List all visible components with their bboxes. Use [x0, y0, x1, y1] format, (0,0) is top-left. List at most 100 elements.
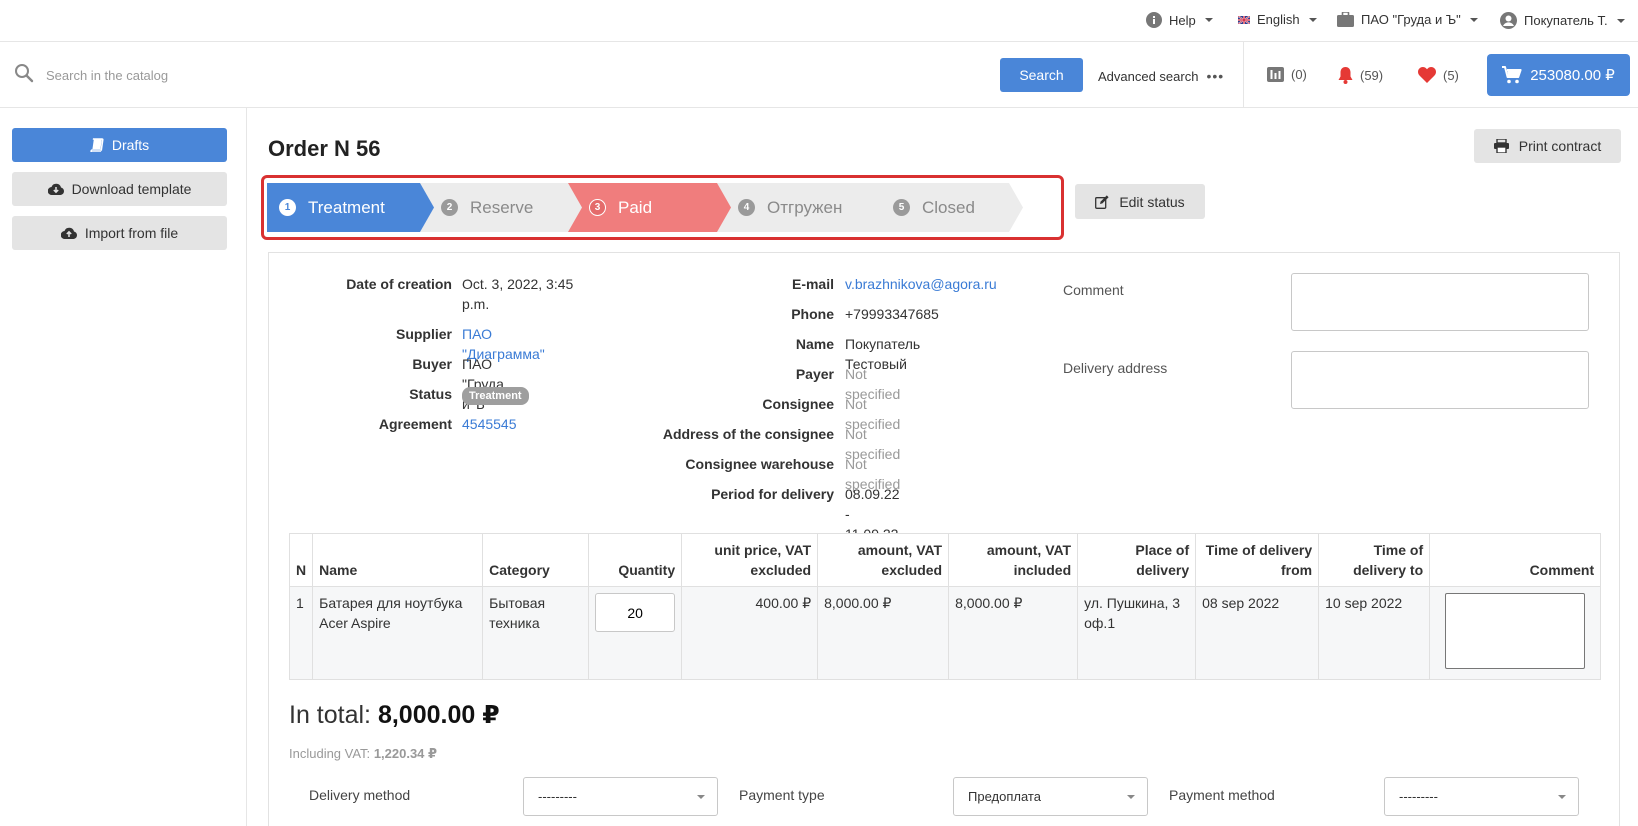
payment-method-select[interactable]: ---------	[1384, 777, 1579, 816]
consignee-address-label: Address of the consignee	[662, 426, 834, 442]
agreement-label: Agreement	[378, 416, 452, 432]
edit-status-button[interactable]: Edit status	[1075, 184, 1205, 219]
company-menu[interactable]: ПАО "Груда и Ъ"	[1337, 12, 1478, 27]
step-label: Treatment	[308, 197, 385, 217]
col-quantity: Quantity	[588, 533, 683, 587]
delivery-period-label: Period for delivery	[711, 486, 834, 502]
cell-category: Бытовая техника	[482, 586, 590, 680]
phone-value: +79993347685	[845, 306, 939, 322]
language-menu[interactable]: English	[1238, 12, 1317, 27]
notifications-count: (59)	[1360, 68, 1384, 83]
favorites-count: (5)	[1443, 67, 1459, 83]
sidebar: Drafts Download template Import from fil…	[0, 108, 247, 826]
import-file-label: Import from file	[84, 225, 179, 241]
advanced-search-label: Advanced search	[1098, 68, 1199, 84]
status-value: Treatment	[462, 384, 529, 405]
step-reserve[interactable]: 2 Reserve	[419, 183, 582, 232]
cart-icon	[1502, 66, 1522, 84]
compare-counter[interactable]: (0)	[1267, 67, 1307, 82]
consignee-label: Consignee	[762, 396, 834, 412]
compare-chart-icon	[1267, 67, 1284, 82]
col-category: Category	[482, 533, 590, 587]
chevron-down-icon	[1558, 795, 1566, 799]
vat-amount: 1,220.34 ₽	[373, 746, 438, 761]
agreement-link[interactable]: 4545545	[462, 414, 517, 434]
step-label: Reserve	[470, 197, 534, 217]
help-menu[interactable]: Help	[1146, 12, 1213, 28]
cell-amount-excl: 8,000.00 ₽	[817, 586, 950, 680]
cell-amount-incl: 8,000.00 ₽	[948, 586, 1079, 680]
compare-count: (0)	[1291, 67, 1307, 82]
divider	[1243, 42, 1244, 108]
cell-comment	[1429, 586, 1602, 680]
chevron-down-icon	[1308, 17, 1317, 22]
step-number: 3	[589, 199, 606, 216]
advanced-search-link[interactable]: Advanced search •••	[1098, 68, 1224, 84]
buyer-label: Buyer	[412, 356, 452, 372]
step-treatment[interactable]: 1 Treatment	[267, 183, 434, 232]
chevron-down-icon	[1204, 18, 1213, 22]
payment-method-value: ---------	[1399, 789, 1438, 804]
delivery-address-label: Delivery address	[1063, 360, 1168, 376]
search-input[interactable]	[44, 60, 984, 90]
status-label: Status	[409, 386, 452, 402]
chevron-down-icon	[697, 795, 705, 799]
payer-label: Payer	[795, 366, 834, 382]
drafts-button[interactable]: Drafts	[12, 128, 227, 162]
quantity-input[interactable]	[595, 593, 676, 632]
delivery-method-select[interactable]: ---------	[523, 777, 718, 816]
cart-button[interactable]: 253080.00 ₽	[1487, 54, 1630, 96]
col-name: Name	[312, 533, 484, 587]
company-label: ПАО "Груда и Ъ"	[1361, 12, 1461, 27]
table-header-row: N Name Category Quantity unit price, VAT…	[288, 533, 1602, 587]
print-contract-button[interactable]: Print contract	[1474, 129, 1621, 163]
uk-flag-icon	[1238, 15, 1250, 24]
step-paid[interactable]: 3 Paid	[567, 183, 731, 232]
col-unit-price: unit price, VAT excluded	[681, 533, 819, 587]
comment-textarea[interactable]	[1291, 273, 1589, 331]
favorites-counter[interactable]: (5)	[1418, 67, 1459, 83]
cell-time-from: 08 sep 2022	[1195, 586, 1320, 680]
step-number: 1	[279, 199, 296, 216]
step-label: Отгружен	[767, 197, 843, 217]
download-template-button[interactable]: Download template	[12, 172, 227, 206]
search-button[interactable]: Search	[1000, 58, 1083, 92]
info-icon	[1146, 12, 1162, 28]
step-shipped[interactable]: 4 Отгружен	[716, 183, 886, 232]
user-menu[interactable]: Покупатель Т.	[1500, 12, 1625, 29]
email-label: E-mail	[791, 276, 834, 292]
notifications-counter[interactable]: (59)	[1338, 67, 1383, 84]
printer-icon	[1493, 139, 1509, 153]
total-label: In total:	[289, 701, 371, 729]
payment-type-select[interactable]: Предоплата	[953, 777, 1148, 816]
cell-time-to: 10 sep 2022	[1318, 586, 1431, 680]
delivery-address-textarea[interactable]	[1291, 351, 1589, 409]
cell-name: Батарея для ноутбука Acer Aspire	[312, 586, 484, 680]
search-icon	[14, 63, 34, 83]
print-contract-label: Print contract	[1518, 138, 1602, 154]
total-amount: 8,000.00 ₽	[377, 701, 500, 729]
supplier-label: Supplier	[395, 326, 452, 342]
chevron-down-icon	[1127, 795, 1135, 799]
row-comment-textarea[interactable]	[1445, 593, 1586, 669]
user-label: Покупатель Т.	[1524, 13, 1608, 28]
step-label: Paid	[618, 197, 653, 217]
email-link[interactable]: v.brazhnikova@agora.ru	[845, 274, 997, 294]
col-place: Place of delivery	[1077, 533, 1197, 587]
payment-type-label: Payment type	[739, 787, 825, 803]
col-time-from: Time of delivery from	[1195, 533, 1320, 587]
download-template-label: Download template	[71, 181, 192, 197]
user-circle-icon	[1500, 12, 1517, 29]
edit-status-label: Edit status	[1119, 193, 1185, 210]
bell-icon	[1338, 67, 1353, 84]
delivery-method-label: Delivery method	[309, 787, 411, 803]
cloud-download-icon	[47, 183, 64, 195]
import-file-button[interactable]: Import from file	[12, 216, 227, 250]
cloud-upload-icon	[60, 227, 77, 239]
vat-total: Including VAT: 1,220.34 ₽	[289, 746, 437, 762]
consignee-warehouse-label: Consignee warehouse	[685, 456, 834, 472]
comment-label: Comment	[1063, 282, 1124, 298]
col-n: N	[288, 533, 314, 587]
step-closed[interactable]: 5 Closed	[871, 183, 1023, 232]
language-label: English	[1257, 12, 1300, 27]
